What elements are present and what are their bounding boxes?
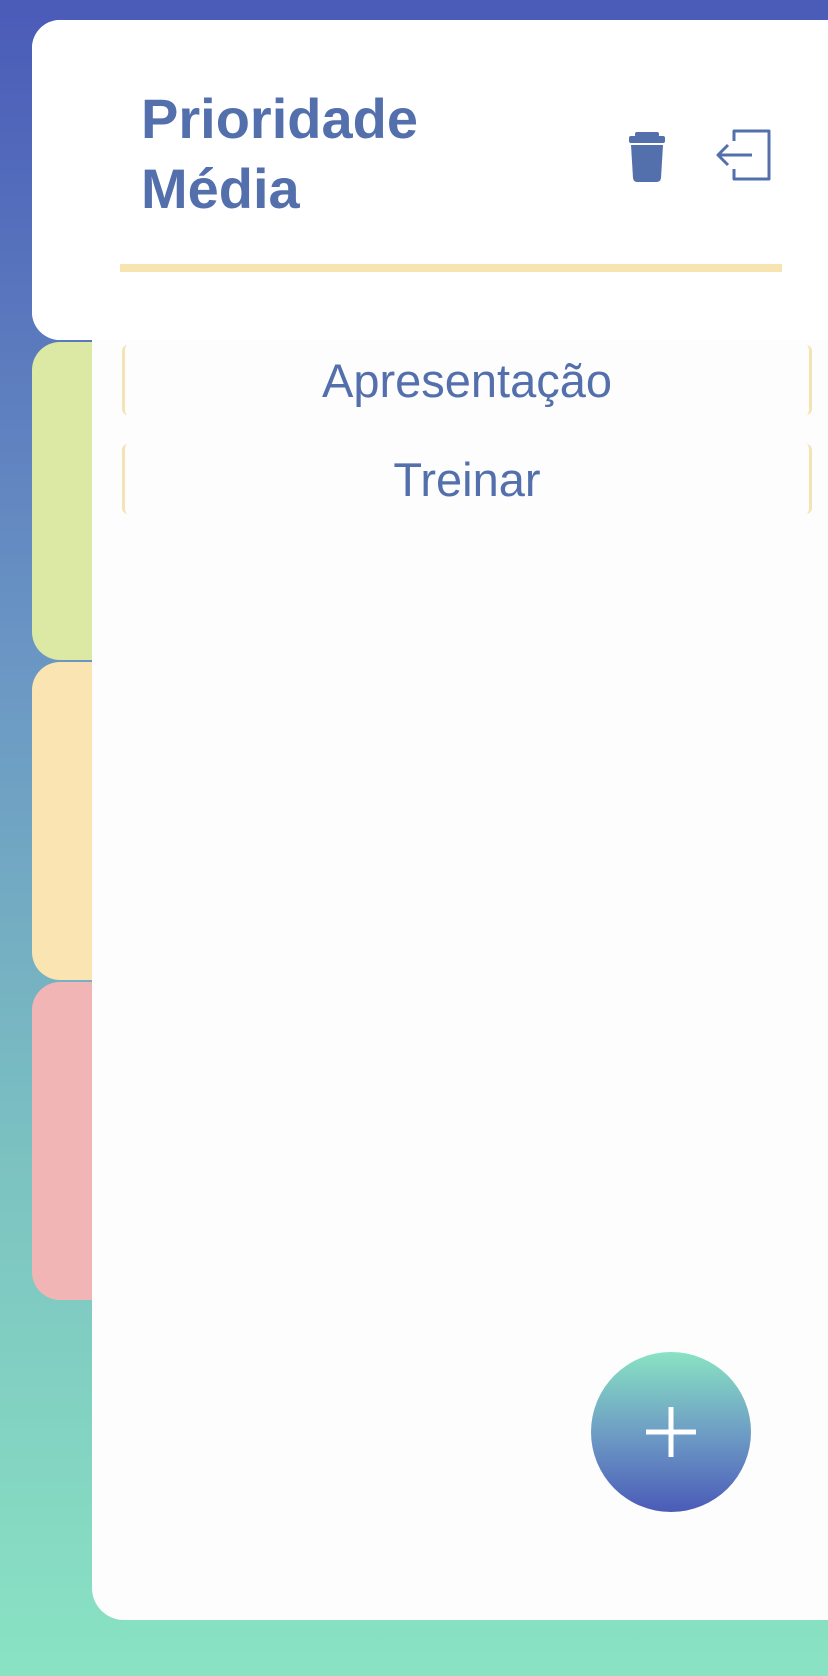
exit-icon bbox=[716, 129, 771, 181]
task-item[interactable]: Treinar bbox=[122, 444, 812, 514]
task-label: Apresentação bbox=[321, 353, 613, 407]
delete-button[interactable] bbox=[622, 124, 672, 190]
page-title: Prioridade Média bbox=[141, 84, 561, 224]
task-label: Treinar bbox=[393, 452, 541, 506]
trash-icon bbox=[629, 132, 665, 182]
page-title-line-2: Média bbox=[141, 157, 300, 220]
add-task-button[interactable] bbox=[591, 1352, 751, 1512]
plus-icon bbox=[646, 1407, 696, 1457]
header-divider bbox=[120, 264, 782, 272]
exit-button[interactable] bbox=[708, 124, 780, 186]
task-item[interactable]: Apresentação bbox=[122, 345, 812, 415]
page-title-line-1: Prioridade bbox=[141, 87, 418, 150]
